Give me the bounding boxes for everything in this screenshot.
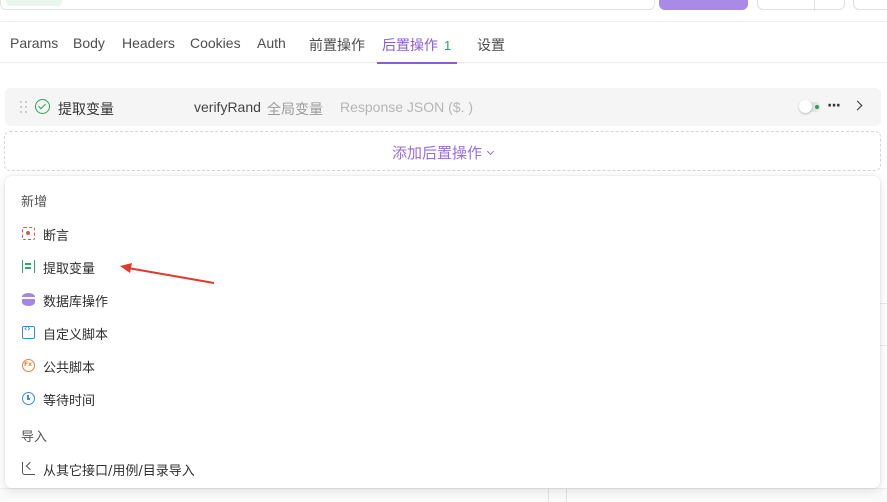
menu-item-assert[interactable]: 断言	[21, 221, 864, 247]
post-operations-panel: Params Body Headers Cookies Auth 前置操作 后置…	[0, 0, 887, 502]
menu-item-database-operation[interactable]: 数据库操作	[21, 287, 864, 313]
menu-item-wait-time[interactable]: 等待时间	[21, 386, 864, 412]
more-dots-icon[interactable]: ···	[827, 98, 841, 114]
background-panel	[0, 488, 887, 502]
arrow-shaft	[127, 267, 215, 284]
variable-name: verifyRand	[194, 99, 261, 115]
add-post-operation-label: 添加后置操作	[392, 144, 495, 162]
post-op-type-label: 提取变量	[58, 102, 114, 118]
assert-icon	[22, 227, 35, 240]
request-tabs: Params Body Headers Cookies Auth 前置操作 后置…	[0, 22, 887, 64]
menu-item-label: 公共脚本	[43, 361, 96, 376]
tab-settings[interactable]: 设置	[477, 35, 505, 63]
request-bar	[0, 0, 887, 22]
tab-params[interactable]: Params	[10, 35, 58, 63]
menu-group-title-import: 导入	[21, 430, 48, 445]
enable-toggle[interactable]	[799, 100, 820, 113]
variable-scope: 全局变量	[267, 102, 323, 118]
arrow-head	[120, 263, 132, 273]
menu-item-custom-script[interactable]: 自定义脚本	[21, 320, 864, 346]
menu-item-label: 数据库操作	[43, 295, 109, 310]
extract-variable-icon	[22, 260, 35, 273]
menu-item-label: 等待时间	[43, 394, 96, 409]
post-op-extract-variable-row[interactable]: 提取变量 verifyRand 全局变量 Response JSON ($. )…	[5, 88, 881, 126]
tab-post-operations-label: 后置操作	[382, 37, 438, 53]
menu-group-title-new: 新增	[21, 195, 48, 210]
menu-item-label: 提取变量	[43, 262, 96, 277]
script-icon	[22, 324, 35, 339]
drag-handle-icon[interactable]	[20, 101, 28, 113]
post-operations-count-badge: 1	[444, 38, 452, 53]
save-button[interactable]	[757, 0, 845, 11]
extract-expression: Response JSON ($. )	[340, 99, 474, 115]
add-post-operation-menu: 新增 断言 提取变量 数据库操作 自定义脚本 公共脚本 等待时间 导入 从	[5, 176, 880, 488]
check-circle-icon	[35, 99, 50, 114]
chevron-right-icon[interactable]	[852, 100, 863, 111]
database-icon	[22, 293, 35, 306]
add-post-operation-button[interactable]: 添加后置操作	[4, 131, 881, 171]
menu-item-label: 自定义脚本	[43, 328, 109, 343]
more-actions-button[interactable]	[853, 0, 887, 10]
url-input[interactable]	[0, 0, 655, 10]
tab-post-operations[interactable]: 后置操作 1	[376, 35, 458, 64]
tab-pre-operations[interactable]: 前置操作	[309, 35, 365, 63]
clock-icon	[22, 392, 35, 405]
tab-cookies[interactable]: Cookies	[190, 35, 241, 63]
menu-item-public-script[interactable]: 公共脚本	[21, 353, 864, 379]
send-button[interactable]	[659, 0, 748, 10]
tab-headers[interactable]: Headers	[122, 35, 175, 63]
method-select[interactable]	[6, 0, 62, 6]
menu-item-import-from-other[interactable]: 从其它接口/用例/目录导入	[21, 456, 864, 482]
chevron-down-icon	[486, 147, 495, 156]
red-arrow-annotation	[120, 263, 215, 284]
public-script-icon	[22, 359, 35, 372]
tab-body[interactable]: Body	[73, 35, 105, 63]
tab-auth[interactable]: Auth	[257, 35, 286, 63]
menu-item-label: 断言	[43, 229, 70, 244]
import-icon	[22, 462, 35, 475]
menu-item-label: 从其它接口/用例/目录导入	[43, 464, 195, 479]
